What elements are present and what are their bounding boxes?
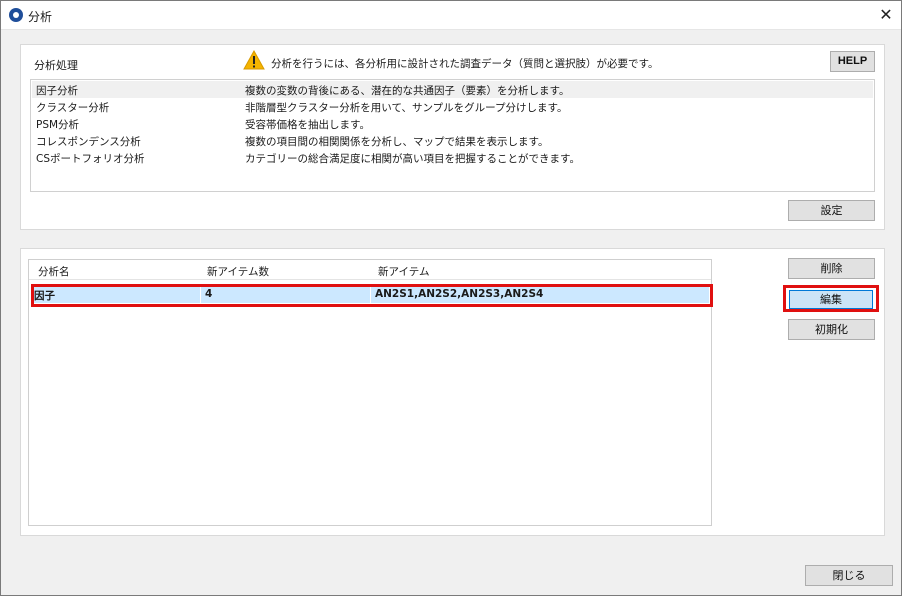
- list-item-name: コレスポンデンス分析: [36, 136, 141, 148]
- column-header-items[interactable]: 新アイテム: [378, 264, 429, 279]
- window-close-button[interactable]: ✕: [871, 1, 901, 29]
- app-logo-icon: [9, 8, 23, 22]
- list-item-description: 複数の変数の背後にある、潜在的な共通因子（要素）を分析します。: [245, 85, 570, 97]
- list-item-factor-analysis[interactable]: 因子分析 複数の変数の背後にある、潜在的な共通因子（要素）を分析します。: [32, 81, 873, 98]
- list-item-correspondence-analysis[interactable]: コレスポンデンス分析 複数の項目間の相関関係を分析し、マップで結果を表示します。: [32, 132, 873, 149]
- window-title: 分析: [28, 10, 53, 24]
- close-button[interactable]: 閉じる: [805, 565, 893, 586]
- analysis-section-label: 分析処理: [34, 59, 78, 72]
- list-item-name: 因子分析: [36, 85, 78, 97]
- title-bar: 分析 ✕: [1, 1, 901, 30]
- analysis-type-panel: 分析処理 分析を行うには、各分析用に設計された調査データ（質問と選択肢）が必要で…: [20, 44, 885, 230]
- results-panel: 分析名 新アイテム数 新アイテム 因子 4 AN2S1,AN2S2,AN2S3,…: [20, 248, 885, 536]
- warning-message: 分析を行うには、各分析用に設計された調査データ（質問と選択肢）が必要です。: [271, 58, 659, 70]
- edit-button-highlight: 編集: [783, 285, 879, 312]
- list-item-description: 非階層型クラスター分析を用いて、サンプルをグループ分けします。: [245, 102, 568, 114]
- reset-button[interactable]: 初期化: [788, 319, 875, 340]
- list-item-name: CSポートフォリオ分析: [36, 153, 145, 165]
- delete-button[interactable]: 削除: [788, 258, 875, 279]
- warning-icon: [243, 50, 265, 70]
- column-header-name[interactable]: 分析名: [38, 264, 70, 279]
- list-item-name: クラスター分析: [36, 102, 110, 114]
- results-table: 分析名 新アイテム数 新アイテム 因子 4 AN2S1,AN2S2,AN2S3,…: [28, 259, 713, 526]
- list-item-name: PSM分析: [36, 119, 80, 131]
- list-item-cs-portfolio-analysis[interactable]: CSポートフォリオ分析 カテゴリーの総合満足度に相関が高い項目を把握することがで…: [32, 149, 873, 166]
- edit-button[interactable]: 編集: [789, 290, 873, 309]
- help-button[interactable]: HELP: [830, 51, 875, 72]
- settings-button[interactable]: 設定: [788, 200, 875, 221]
- list-item-psm-analysis[interactable]: PSM分析 受容帯価格を抽出します。: [32, 115, 873, 132]
- list-item-description: 受容帯価格を抽出します。: [245, 119, 370, 131]
- analysis-type-list[interactable]: 因子分析 複数の変数の背後にある、潜在的な共通因子（要素）を分析します。 クラス…: [30, 79, 875, 192]
- analysis-dialog: 分析 ✕ 分析処理 分析を行うには、各分析用に設計された調査データ（質問と選択肢…: [0, 0, 902, 596]
- list-item-cluster-analysis[interactable]: クラスター分析 非階層型クラスター分析を用いて、サンプルをグループ分けします。: [32, 98, 873, 115]
- table-row[interactable]: 因子 4 AN2S1,AN2S2,AN2S3,AN2S4: [31, 284, 713, 307]
- list-item-description: カテゴリーの総合満足度に相関が高い項目を把握することができます。: [245, 153, 580, 165]
- list-item-description: 複数の項目間の相関関係を分析し、マップで結果を表示します。: [245, 136, 549, 148]
- column-header-count[interactable]: 新アイテム数: [207, 264, 269, 279]
- row-highlight-outline: [31, 284, 713, 307]
- table-header: 分析名 新アイテム数 新アイテム: [29, 260, 711, 280]
